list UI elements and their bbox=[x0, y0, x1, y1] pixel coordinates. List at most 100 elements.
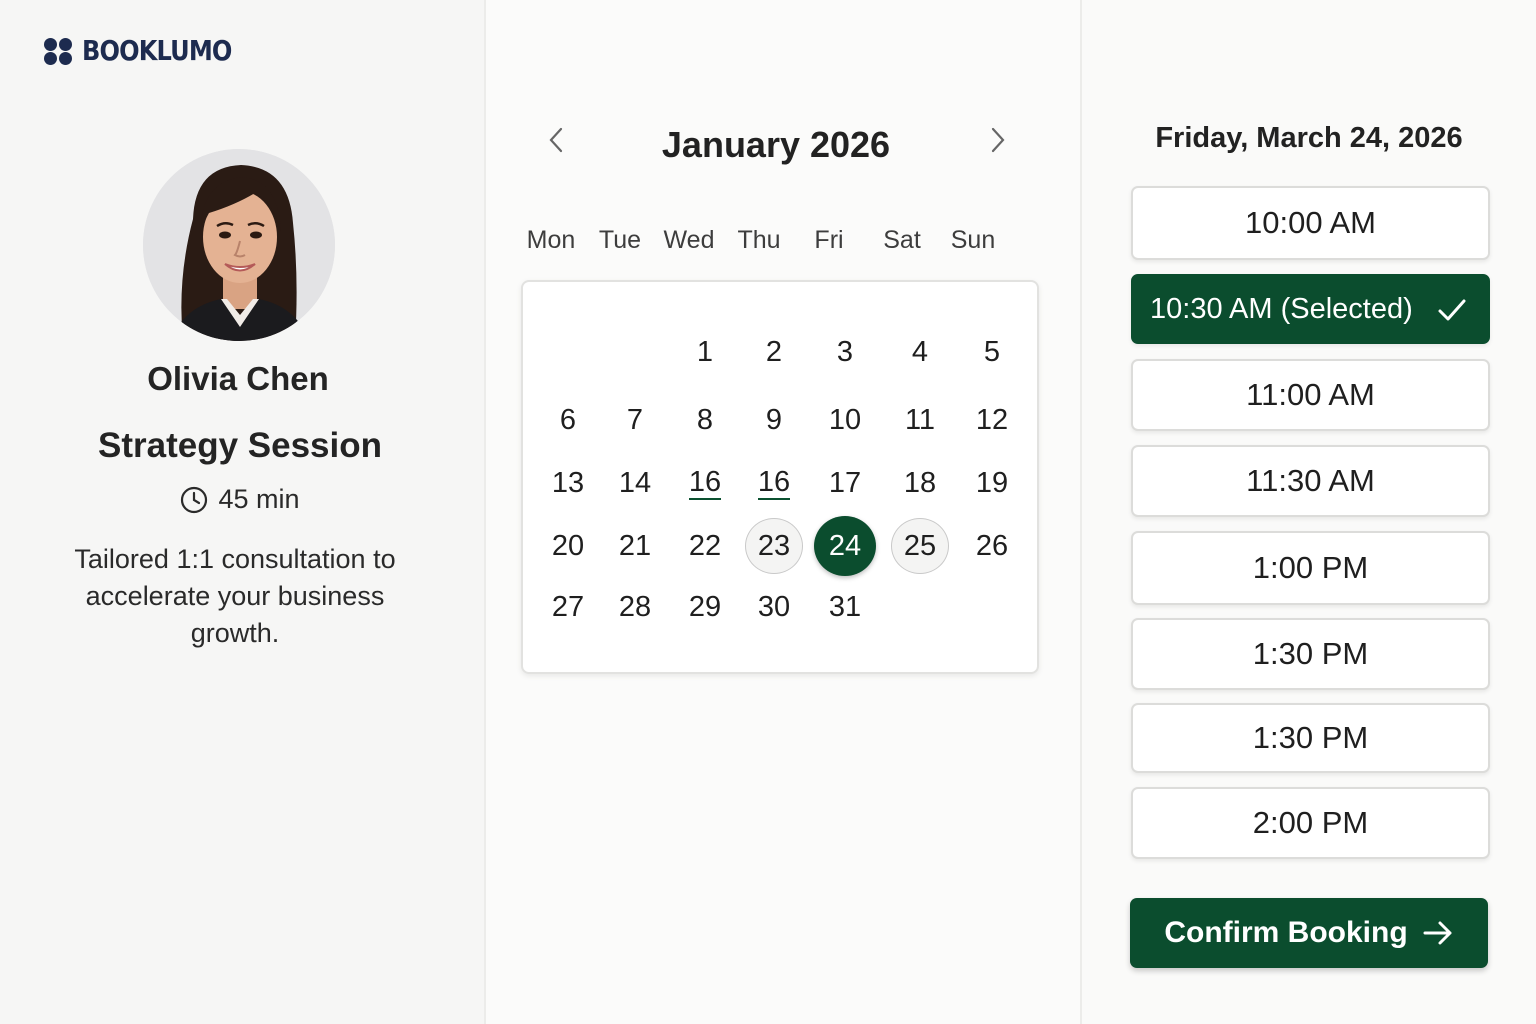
weekday-sat: Sat bbox=[883, 226, 921, 254]
host-photo bbox=[143, 149, 335, 341]
weekday-tue: Tue bbox=[598, 226, 642, 254]
weekday-thu: Thu bbox=[737, 226, 781, 254]
calendar-day[interactable]: 14 bbox=[606, 456, 664, 510]
calendar-day-label: 16 bbox=[757, 466, 791, 500]
calendar-day-label: 30 bbox=[757, 590, 791, 623]
calendar-day[interactable]: 7 bbox=[606, 393, 664, 447]
time-slot-label: 11:00 AM bbox=[1246, 377, 1375, 412]
calendar-day[interactable]: 28 bbox=[606, 580, 664, 634]
calendar-day[interactable]: 27 bbox=[539, 580, 597, 634]
calendar-day[interactable]: 11 bbox=[891, 393, 949, 447]
calendar-day[interactable]: 23 bbox=[745, 518, 803, 574]
calendar-day-label: 3 bbox=[836, 335, 854, 368]
time-slot[interactable]: 11:00 AM bbox=[1131, 359, 1490, 431]
calendar-day-label: 14 bbox=[618, 466, 652, 499]
calendar-grid: 1 2 3 4 5 6 7 8 9 10 11 12 13 14 16 16 17 18 19 20 21 22 23 24 2… bbox=[521, 280, 1039, 674]
time-slot-label: 2:00 PM bbox=[1252, 805, 1369, 840]
brand-logo[interactable]: BOOKLUMO bbox=[44, 34, 256, 67]
weekday-fri: Fri bbox=[814, 226, 844, 254]
calendar-day-label: 31 bbox=[828, 590, 862, 623]
calendar-day[interactable]: 20 bbox=[539, 519, 597, 573]
event-duration: 45 min bbox=[0, 484, 480, 515]
time-slot-selected[interactable]: 10:30 AM (Selected) bbox=[1131, 274, 1490, 344]
checkmark-icon bbox=[1438, 299, 1466, 321]
calendar-day-label: 21 bbox=[618, 529, 652, 562]
time-slot-label: 1:30 PM bbox=[1252, 636, 1369, 671]
confirm-booking-button[interactable]: Confirm Booking bbox=[1130, 898, 1488, 968]
time-slot[interactable]: 2:00 PM bbox=[1131, 787, 1490, 859]
calendar-day-label: 5 bbox=[983, 335, 1001, 368]
calendar-day[interactable]: 13 bbox=[539, 456, 597, 510]
weekday-header: Mon Tue Wed Thu Fri Sat Sun bbox=[526, 226, 1026, 260]
calendar-day-label: 18 bbox=[903, 466, 937, 499]
calendar-day[interactable]: 8 bbox=[676, 393, 734, 447]
calendar-day[interactable]: 22 bbox=[676, 519, 734, 573]
calendar-day-label: 26 bbox=[975, 529, 1009, 562]
time-slot-label: 10:00 AM bbox=[1245, 205, 1376, 240]
clock-icon bbox=[181, 486, 208, 513]
calendar-day[interactable]: 29 bbox=[676, 580, 734, 634]
logo-mark-icon bbox=[44, 36, 74, 66]
brand-name: BOOKLUMO bbox=[82, 34, 232, 67]
calendar-day-label: 1 bbox=[696, 335, 714, 368]
calendar-day[interactable]: 5 bbox=[963, 325, 1021, 379]
calendar-day[interactable]: 18 bbox=[891, 456, 949, 510]
calendar-panel: January 2026 Mon Tue Wed Thu Fri Sat Sun 12345… bbox=[486, 0, 1082, 1024]
next-month-button[interactable] bbox=[978, 120, 1018, 160]
calendar-day-label: 2 bbox=[765, 335, 783, 368]
calendar-day[interactable]: 25 bbox=[891, 518, 949, 574]
calendar-day-label: 13 bbox=[551, 466, 585, 499]
calendar-day[interactable]: 9 bbox=[745, 393, 803, 447]
calendar-day[interactable]: 16 bbox=[745, 456, 803, 510]
time-slot-label: 1:00 PM bbox=[1252, 550, 1369, 585]
calendar-day-label: 4 bbox=[911, 335, 929, 368]
calendar-day-label: 10 bbox=[828, 403, 862, 436]
avatar bbox=[143, 149, 335, 341]
time-slot[interactable]: 11:30 AM bbox=[1131, 445, 1490, 517]
calendar-day-label: 22 bbox=[688, 529, 722, 562]
calendar-day-label: 29 bbox=[688, 590, 722, 623]
confirm-booking-label: Confirm Booking bbox=[1164, 916, 1408, 949]
calendar-day[interactable]: 19 bbox=[963, 456, 1021, 510]
calendar-day-selected[interactable]: 24 bbox=[814, 516, 876, 576]
time-slot[interactable]: 1:00 PM bbox=[1131, 531, 1490, 605]
time-slot-label: 1:30 PM bbox=[1252, 720, 1369, 755]
event-title: Strategy Session bbox=[98, 426, 382, 465]
calendar-day-label: 24 bbox=[828, 529, 862, 562]
calendar-day-label: 27 bbox=[551, 590, 585, 623]
calendar-day-label: 20 bbox=[551, 529, 585, 562]
calendar-day-label: 6 bbox=[559, 403, 577, 436]
calendar-day[interactable]: 1 bbox=[676, 325, 734, 379]
calendar-day[interactable]: 4 bbox=[891, 325, 949, 379]
calendar-day-label: 12 bbox=[975, 403, 1009, 436]
calendar-day[interactable]: 26 bbox=[963, 519, 1021, 573]
calendar-day[interactable]: 12 bbox=[963, 393, 1021, 447]
calendar-day[interactable]: 31 bbox=[816, 580, 874, 634]
calendar-day-label: 19 bbox=[975, 466, 1009, 499]
selected-date-heading: Friday, March 24, 2026 bbox=[1155, 122, 1463, 154]
host-name: Olivia Chen bbox=[147, 360, 329, 397]
calendar-day[interactable]: 2 bbox=[745, 325, 803, 379]
calendar-day-label: 16 bbox=[688, 466, 722, 500]
calendar-day[interactable]: 16 bbox=[676, 456, 734, 510]
weekday-mon: Mon bbox=[526, 226, 576, 254]
time-slot[interactable]: 1:30 PM bbox=[1131, 703, 1490, 773]
calendar-day-label: 8 bbox=[696, 403, 714, 436]
calendar-day[interactable]: 30 bbox=[745, 580, 803, 634]
calendar-day[interactable]: 6 bbox=[539, 393, 597, 447]
calendar-day-label: 17 bbox=[828, 466, 862, 499]
calendar-day-label: 28 bbox=[618, 590, 652, 623]
event-description: Tailored 1:1 consultation to accelerate … bbox=[74, 544, 396, 648]
calendar-day[interactable]: 17 bbox=[816, 456, 874, 510]
calendar-day-label: 11 bbox=[904, 403, 936, 436]
chevron-right-icon bbox=[991, 127, 1005, 153]
calendar-day-label: 7 bbox=[626, 403, 644, 436]
calendar-day[interactable]: 21 bbox=[606, 519, 664, 573]
calendar-day[interactable]: 3 bbox=[816, 325, 874, 379]
calendar-day-label: 25 bbox=[903, 529, 937, 562]
time-slot[interactable]: 10:00 AM bbox=[1131, 186, 1490, 260]
arrow-right-icon bbox=[1423, 921, 1452, 945]
weekday-sun: Sun bbox=[950, 226, 996, 254]
calendar-day[interactable]: 10 bbox=[816, 393, 874, 447]
time-slot[interactable]: 1:30 PM bbox=[1131, 618, 1490, 690]
